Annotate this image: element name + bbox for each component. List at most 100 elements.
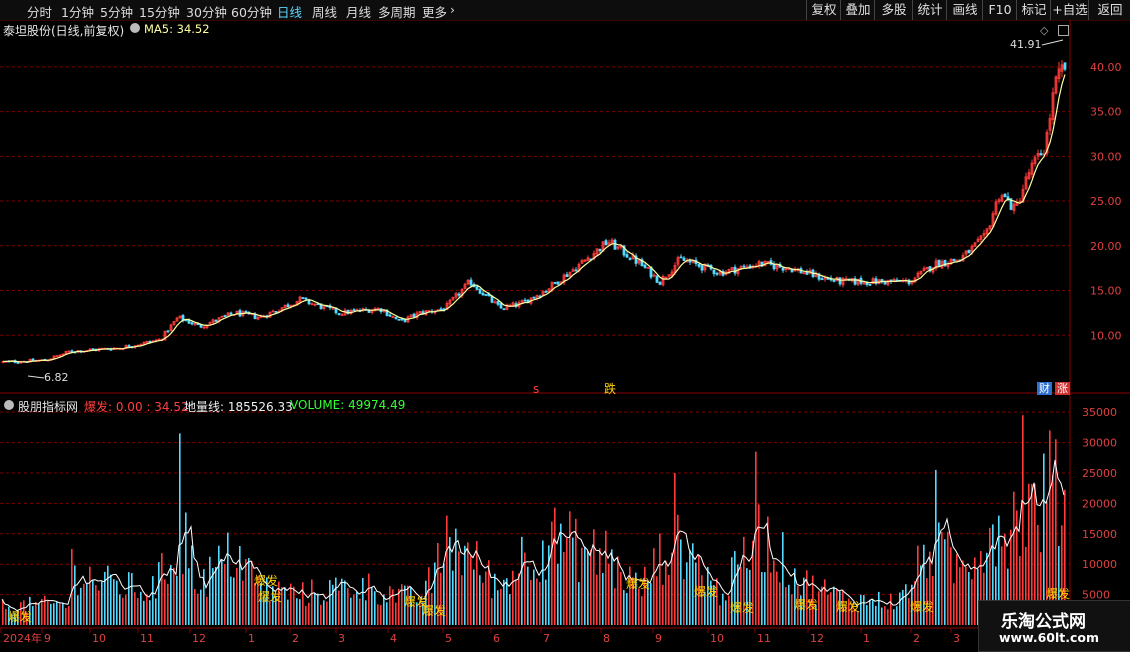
candle-body — [820, 278, 824, 281]
volume-bar — [1022, 415, 1024, 625]
burst-tag: 爆发 — [254, 574, 279, 588]
volume-bar — [62, 602, 64, 625]
x-axis-label: 12 — [810, 632, 824, 645]
candle-body — [733, 266, 737, 274]
indicator-settings-icon[interactable] — [4, 400, 14, 410]
volume-bar — [773, 560, 775, 625]
fall-marker: 跌 — [604, 382, 617, 396]
more-chevron-icon[interactable]: › — [450, 2, 455, 17]
settings-icon[interactable] — [130, 23, 140, 33]
volume-bar — [620, 571, 622, 625]
volume-bar — [191, 545, 193, 625]
toolbar-button-1[interactable]: 叠加 — [840, 0, 875, 20]
volume-bar — [719, 605, 721, 625]
volume-bar — [389, 586, 391, 625]
x-axis-label: 2024年 — [3, 631, 42, 645]
volume-bar — [251, 561, 253, 625]
volume-bar — [665, 560, 667, 625]
period-tab-6[interactable]: 日线 — [277, 2, 302, 21]
volume-bar — [59, 603, 61, 625]
watermark-url: www.60lt.com — [999, 630, 1100, 645]
limit-up-badge[interactable]: 涨 — [1055, 382, 1070, 395]
volume-bar — [584, 546, 586, 625]
candle-body — [598, 248, 602, 252]
period-tab-7[interactable]: 周线 — [312, 2, 337, 21]
volume-bar — [725, 600, 727, 625]
burst-tag: 爆发 — [836, 600, 861, 614]
x-axis-label: 7 — [543, 632, 550, 645]
period-tab-10[interactable]: 更多 — [422, 2, 447, 21]
candle-body — [301, 297, 305, 299]
volume-bar — [77, 595, 79, 625]
volume-bar — [884, 606, 886, 625]
candle-body — [937, 259, 941, 268]
volume-bar — [818, 591, 820, 625]
volume-bar — [944, 539, 946, 625]
volume-bar — [356, 591, 358, 625]
toolbar-button-5[interactable]: F10 — [982, 0, 1017, 20]
volume-bar — [344, 580, 346, 625]
period-tab-9[interactable]: 多周期 — [378, 2, 416, 21]
x-axis-label: 6 — [493, 632, 500, 645]
finance-badge[interactable]: 财 — [1037, 382, 1052, 395]
volume-bar — [65, 607, 67, 625]
volume-bar — [470, 555, 472, 625]
volume-bar — [71, 548, 73, 625]
volume-bar — [626, 593, 628, 625]
volume-bar — [182, 574, 184, 625]
burst-tag: 爆发 — [794, 598, 819, 612]
ma5-polyline — [2, 74, 1066, 363]
price-tick-label: 30.00 — [1090, 150, 1122, 163]
period-tab-2[interactable]: 5分钟 — [100, 2, 133, 21]
volume-bar — [755, 451, 757, 625]
toolbar-button-4[interactable]: 画线 — [946, 0, 983, 20]
period-tab-8[interactable]: 月线 — [346, 2, 371, 21]
volume-bar — [617, 556, 619, 625]
candle-body — [229, 312, 233, 315]
candle-body — [832, 279, 836, 282]
toolbar-button-6[interactable]: 标记 — [1016, 0, 1051, 20]
volume-bar — [392, 589, 394, 625]
volume-bar — [545, 579, 547, 625]
volume-bar — [335, 577, 337, 625]
toolbar-button-7[interactable]: +自选 — [1050, 0, 1089, 20]
price-tick-label: 25.00 — [1090, 195, 1122, 208]
volume-bar — [497, 590, 499, 625]
diamond-icon[interactable]: ◇ — [1040, 24, 1048, 37]
price-tick-label: 35.00 — [1090, 106, 1122, 119]
ma5-label: MA5: 34.52 — [144, 22, 210, 36]
volume-bar — [749, 569, 751, 625]
volume-bar — [176, 575, 178, 625]
burst-label: 爆发: 0.00 : 34.52 — [84, 400, 189, 414]
period-tab-1[interactable]: 1分钟 — [61, 2, 94, 21]
volume-bar — [56, 601, 58, 625]
volume-bar — [554, 507, 556, 625]
candle-body — [838, 277, 842, 285]
toolbar-button-8[interactable]: 返回 — [1088, 0, 1130, 20]
volume-bar — [290, 583, 292, 625]
volume-bar — [38, 603, 40, 625]
period-tab-5[interactable]: 60分钟 — [231, 2, 272, 21]
volume-bar — [590, 549, 592, 625]
volume-bar — [314, 592, 316, 625]
x-axis-label: 2 — [292, 632, 299, 645]
period-tab-0[interactable]: 分时 — [27, 2, 52, 21]
period-tab-3[interactable]: 15分钟 — [139, 2, 180, 21]
x-axis-label: 4 — [390, 632, 397, 645]
volume-bar — [320, 604, 322, 625]
price-tick-label: 10.00 — [1090, 329, 1122, 342]
candle-body — [484, 294, 488, 296]
toolbar-button-0[interactable]: 复权 — [806, 0, 841, 20]
volume-bar — [83, 583, 85, 625]
volume-bar — [68, 606, 70, 625]
toolbar-button-2[interactable]: 多股 — [874, 0, 913, 20]
volume-bar — [494, 573, 496, 625]
period-tab-4[interactable]: 30分钟 — [186, 2, 227, 21]
candle-body — [883, 281, 887, 285]
panel-toggle-icon[interactable] — [1058, 25, 1069, 36]
volume-bar — [287, 599, 289, 625]
toolbar-button-3[interactable]: 统计 — [912, 0, 947, 20]
volume-bar — [329, 580, 331, 625]
volume-bar — [935, 469, 937, 625]
candle-body — [439, 308, 443, 311]
